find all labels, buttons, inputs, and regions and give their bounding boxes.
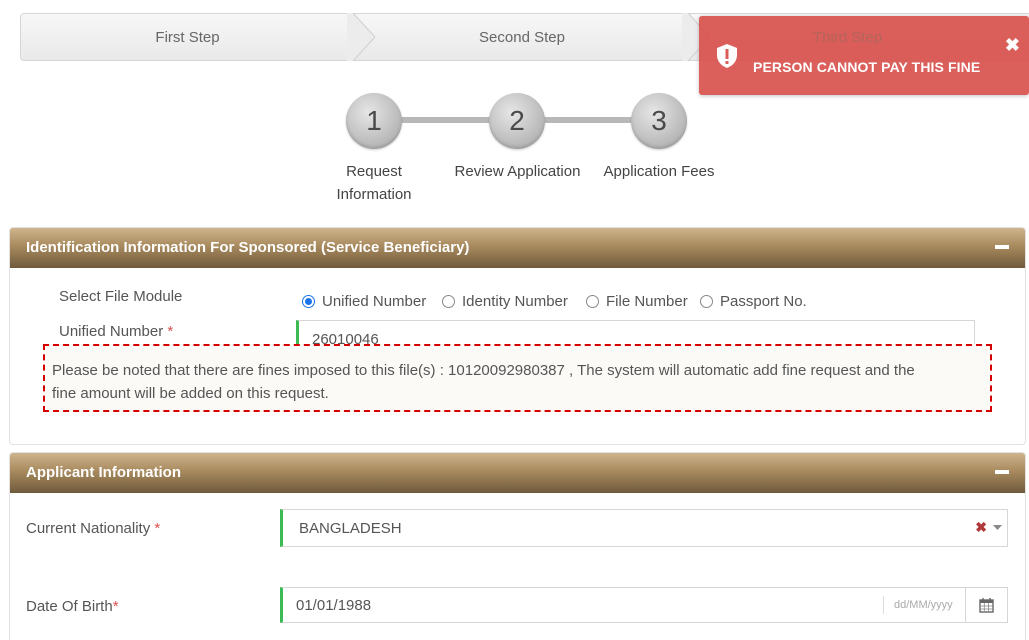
radio-selected-icon[interactable] <box>302 295 315 308</box>
date-format-hint: dd/MM/yyyy <box>883 596 965 614</box>
notice-line: fine amount will be added on this reques… <box>52 385 329 402</box>
wizard-step-first[interactable]: First Step <box>20 13 355 61</box>
wizard-step-label: Third Step <box>813 29 883 46</box>
wizard-step-label: Second Step <box>479 28 565 46</box>
progress-label-1: Request Information <box>314 160 434 206</box>
panel-title: Applicant Information <box>26 464 181 481</box>
nationality-label: Current Nationality * <box>26 520 160 537</box>
collapse-icon[interactable] <box>995 470 1009 474</box>
label-text: Date Of Birth <box>26 598 113 615</box>
chevron-down-icon[interactable] <box>993 525 1002 531</box>
radio-label: Unified Number <box>322 293 427 310</box>
progress-label-3: Application Fees <box>603 163 715 180</box>
step-number: 1 <box>366 105 382 136</box>
calendar-button[interactable] <box>966 587 1008 623</box>
progress-label-2: Review Application <box>454 163 581 180</box>
wizard-step-second[interactable]: Second Step <box>355 13 690 61</box>
dob-input[interactable]: 01/01/1988 dd/MM/yyyy <box>280 587 966 623</box>
clear-icon[interactable]: ✖ <box>975 519 987 536</box>
radio-label: Passport No. <box>720 293 807 310</box>
collapse-icon[interactable] <box>995 245 1009 249</box>
wizard-step-label: First Step <box>155 28 220 46</box>
radio-file-number[interactable]: File Number <box>586 293 688 310</box>
panel-header: Applicant Information <box>10 453 1025 493</box>
radio-icon[interactable] <box>700 295 713 308</box>
radio-icon[interactable] <box>442 295 455 308</box>
radio-icon[interactable] <box>586 295 599 308</box>
error-toast[interactable]: Third Step PERSON CANNOT PAY THIS FINE ✖ <box>699 16 1029 95</box>
radio-label: File Number <box>606 293 688 310</box>
select-value: BANGLADESH <box>299 520 402 537</box>
calendar-icon <box>979 598 994 613</box>
label-text: Current Nationality <box>26 520 151 537</box>
radio-passport-no[interactable]: Passport No. <box>700 293 807 310</box>
required-mark: * <box>112 598 119 615</box>
progress-step-3: 3 <box>631 93 687 149</box>
shield-exclamation-icon <box>717 44 737 68</box>
fine-notice: Please be noted that there are fines imp… <box>43 344 992 412</box>
nationality-select[interactable]: BANGLADESH ✖ <box>280 509 1008 547</box>
panel-title: Identification Information For Sponsored… <box>26 239 470 256</box>
progress-label-line: Information <box>336 186 412 203</box>
progress-connector <box>540 117 638 123</box>
panel-header: Identification Information For Sponsored… <box>10 228 1025 268</box>
step-number: 3 <box>651 105 667 136</box>
progress-label-line: Request <box>346 163 402 180</box>
dob-label: Date Of Birth* <box>26 598 119 615</box>
progress-connector <box>400 117 495 123</box>
radio-identity-number[interactable]: Identity Number <box>442 293 568 310</box>
label-text: Unified Number <box>59 323 164 340</box>
toast-message: PERSON CANNOT PAY THIS FINE <box>753 59 981 75</box>
notice-line: Please be noted that there are fines imp… <box>52 362 915 379</box>
radio-unified-number[interactable]: Unified Number <box>302 293 426 310</box>
input-value: 01/01/1988 <box>296 597 372 614</box>
close-icon[interactable]: ✖ <box>1005 35 1020 56</box>
unified-number-label: Unified Number * <box>59 323 173 340</box>
progress-step-1: 1 <box>346 93 402 149</box>
step-number: 2 <box>509 105 525 136</box>
progress-step-2: 2 <box>489 93 545 149</box>
required-mark: * <box>154 520 161 537</box>
file-module-label: Select File Module <box>59 288 183 305</box>
radio-label: Identity Number <box>462 293 568 310</box>
required-mark: * <box>167 323 174 340</box>
